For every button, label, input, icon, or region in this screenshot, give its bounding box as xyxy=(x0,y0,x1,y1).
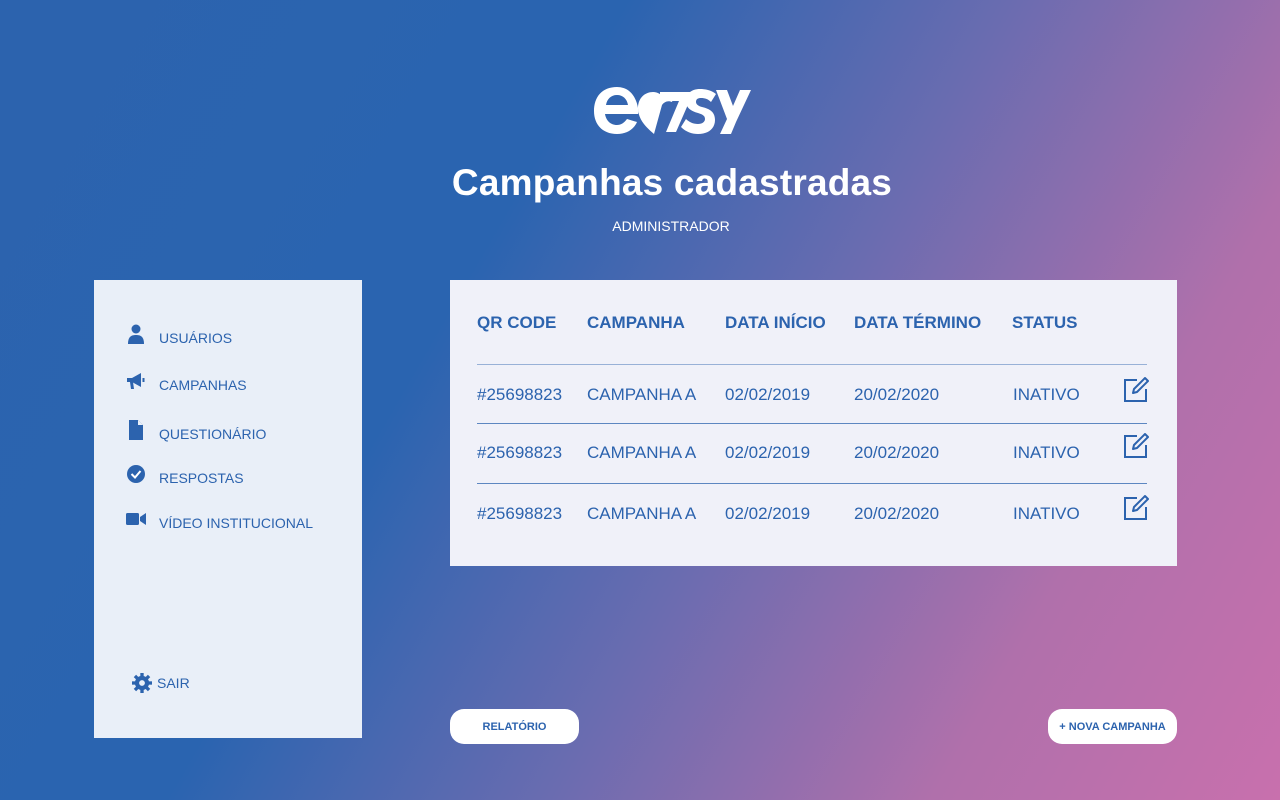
sidebar-item-campanhas[interactable]: CAMPANHAS xyxy=(126,369,247,393)
sidebar-item-label: QUESTIONÁRIO xyxy=(159,426,267,442)
page-title: Campanhas cadastradas xyxy=(451,162,893,203)
column-header-status[interactable]: STATUS xyxy=(1012,313,1077,333)
logout-label: SAIR xyxy=(157,675,190,691)
gear-icon xyxy=(132,672,152,694)
cell-data-inicio: 02/02/2019 xyxy=(725,385,811,404)
cell-qr-code: #25698823 xyxy=(477,504,563,523)
nova-campanha-button[interactable]: + NOVA CAMPANHA xyxy=(1048,709,1177,744)
cell-data-termino: 20/02/2020 xyxy=(854,385,940,404)
sidebar-item-label: USUÁRIOS xyxy=(159,330,233,346)
table-divider xyxy=(477,423,1147,424)
sidebar-item-usuarios[interactable]: USUÁRIOS xyxy=(126,322,232,346)
megaphone-icon xyxy=(126,370,146,392)
easy-logo: easy xyxy=(594,87,751,134)
sidebar-item-sair[interactable]: SAIR xyxy=(132,672,190,694)
sidebar-item-video-institucional[interactable]: VÍDEO INSTITUCIONAL xyxy=(126,507,313,531)
edit-icon[interactable] xyxy=(1122,494,1150,522)
video-camera-icon xyxy=(126,508,146,530)
user-icon xyxy=(126,323,146,345)
document-icon xyxy=(126,419,146,441)
cell-campanha: CAMPANHA A xyxy=(587,385,697,404)
cell-data-inicio: 02/02/2019 xyxy=(725,504,811,523)
sidebar-item-label: RESPOSTAS xyxy=(159,470,244,486)
check-circle-icon xyxy=(126,463,146,485)
sidebar-item-questionario[interactable]: QUESTIONÁRIO xyxy=(126,418,266,442)
column-header-campanha[interactable]: CAMPANHA xyxy=(587,313,685,333)
cell-campanha: CAMPANHA A xyxy=(587,443,697,462)
cell-status: INATIVO xyxy=(1013,443,1080,462)
cell-data-termino: 20/02/2020 xyxy=(854,443,940,462)
table-divider xyxy=(477,483,1147,484)
cell-data-termino: 20/02/2020 xyxy=(854,504,940,523)
sidebar-item-label: VÍDEO INSTITUCIONAL xyxy=(159,515,314,531)
table-divider xyxy=(477,364,1147,365)
column-header-data-termino[interactable]: DATA TÉRMINO xyxy=(854,313,981,333)
column-header-data-inicio[interactable]: DATA INÍCIO xyxy=(725,313,826,333)
sidebar-nav: USUÁRIOS CAMPANHAS QUESTIONÁRIO RESPOSTA… xyxy=(94,280,362,738)
edit-icon[interactable] xyxy=(1122,376,1150,404)
column-header-qr-code[interactable]: QR CODE xyxy=(477,313,556,333)
cell-status: INATIVO xyxy=(1013,504,1080,523)
cell-qr-code: #25698823 xyxy=(477,385,563,404)
cell-qr-code: #25698823 xyxy=(477,443,563,462)
cell-status: INATIVO xyxy=(1013,385,1080,404)
relatorio-button[interactable]: RELATÓRIO xyxy=(450,709,579,744)
edit-icon[interactable] xyxy=(1122,432,1150,460)
sidebar-item-respostas[interactable]: RESPOSTAS xyxy=(126,462,244,486)
cell-campanha: CAMPANHA A xyxy=(587,504,697,523)
cell-data-inicio: 02/02/2019 xyxy=(725,443,811,462)
user-role-label: ADMINISTRADOR xyxy=(612,218,730,234)
sidebar-item-label: CAMPANHAS xyxy=(159,377,247,393)
